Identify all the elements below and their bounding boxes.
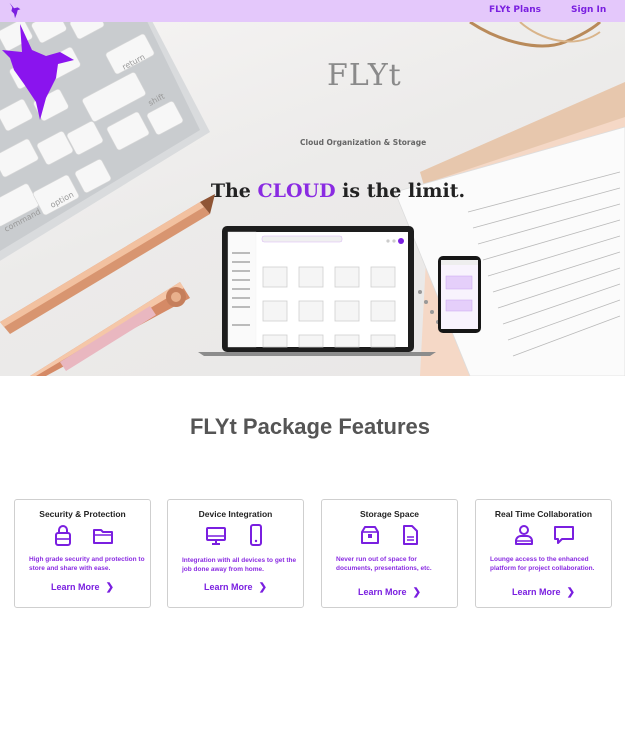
hummingbird-logo-icon[interactable] xyxy=(6,2,24,20)
feature-card-title: Device Integration xyxy=(198,509,273,519)
learn-more-link[interactable]: Learn More ❯ xyxy=(322,587,457,598)
feature-card-title: Security & Protection xyxy=(39,509,126,519)
features-title: FLYt Package Features xyxy=(189,414,431,439)
nav-signin-link[interactable]: Sign In xyxy=(571,5,606,15)
feature-card-device-integration: Device Integration Integration with all … xyxy=(167,499,304,608)
headline-highlight: CLOUD xyxy=(257,180,336,202)
feature-card-storage-space: Storage Space Never run out of space for… xyxy=(321,499,458,608)
feature-card-security: Security & Protection High grade securit… xyxy=(14,499,151,608)
learn-more-label: Learn More xyxy=(51,582,100,592)
notebook-illustration xyxy=(394,82,625,376)
chevron-right-icon: ❯ xyxy=(105,582,114,593)
feature-card-icons xyxy=(476,524,611,546)
learn-more-label: Learn More xyxy=(512,587,561,597)
brand-name: FLYt xyxy=(327,58,402,93)
phone-mockup xyxy=(438,256,481,333)
monitor-icon xyxy=(205,527,226,545)
hero-banner: return shift option command FLYt Cloud O… xyxy=(0,22,625,376)
feature-card-collaboration: Real Time Collaboration Lounge access to… xyxy=(475,499,612,608)
learn-more-link[interactable]: Learn More ❯ xyxy=(168,582,303,593)
brand-tagline: Cloud Organization & Storage xyxy=(300,138,427,147)
feature-card-description: Lounge access to the enhanced platform f… xyxy=(490,556,595,572)
feature-card-description: Integration with all devices to get the … xyxy=(182,557,297,573)
feature-card-icons xyxy=(322,524,457,546)
feature-card-description: Never run out of space for documents, pr… xyxy=(336,556,432,572)
learn-more-label: Learn More xyxy=(204,582,253,592)
hero-headline: The CLOUD is the limit. xyxy=(0,180,625,202)
headline-suffix: is the limit. xyxy=(335,180,466,202)
learn-more-link[interactable]: Learn More ❯ xyxy=(476,587,611,598)
chevron-right-icon: ❯ xyxy=(258,582,267,593)
laptop-mockup xyxy=(198,226,436,356)
document-icon xyxy=(402,525,418,545)
top-nav: FLYt Plans Sign In xyxy=(0,0,625,22)
chevron-right-icon: ❯ xyxy=(412,587,421,598)
headline-prefix: The xyxy=(210,180,258,202)
folder-icon xyxy=(92,529,113,544)
feature-card-icons xyxy=(15,524,150,546)
person-icon xyxy=(514,525,533,545)
archive-box-icon xyxy=(360,526,379,544)
learn-more-link[interactable]: Learn More ❯ xyxy=(15,582,150,593)
feature-card-title: Storage Space xyxy=(359,509,420,519)
feature-card-title: Real Time Collaboration xyxy=(494,509,593,519)
lock-icon xyxy=(54,525,71,546)
learn-more-label: Learn More xyxy=(358,587,407,597)
chat-icon xyxy=(553,526,574,544)
feature-card-icons xyxy=(168,524,303,546)
feature-card-description: High grade security and protection to st… xyxy=(29,556,145,572)
hummingbird-brand-logo-icon xyxy=(2,24,74,120)
phone-icon xyxy=(249,524,262,546)
nav-plans-link[interactable]: FLYt Plans xyxy=(489,5,541,15)
chevron-right-icon: ❯ xyxy=(566,587,575,598)
